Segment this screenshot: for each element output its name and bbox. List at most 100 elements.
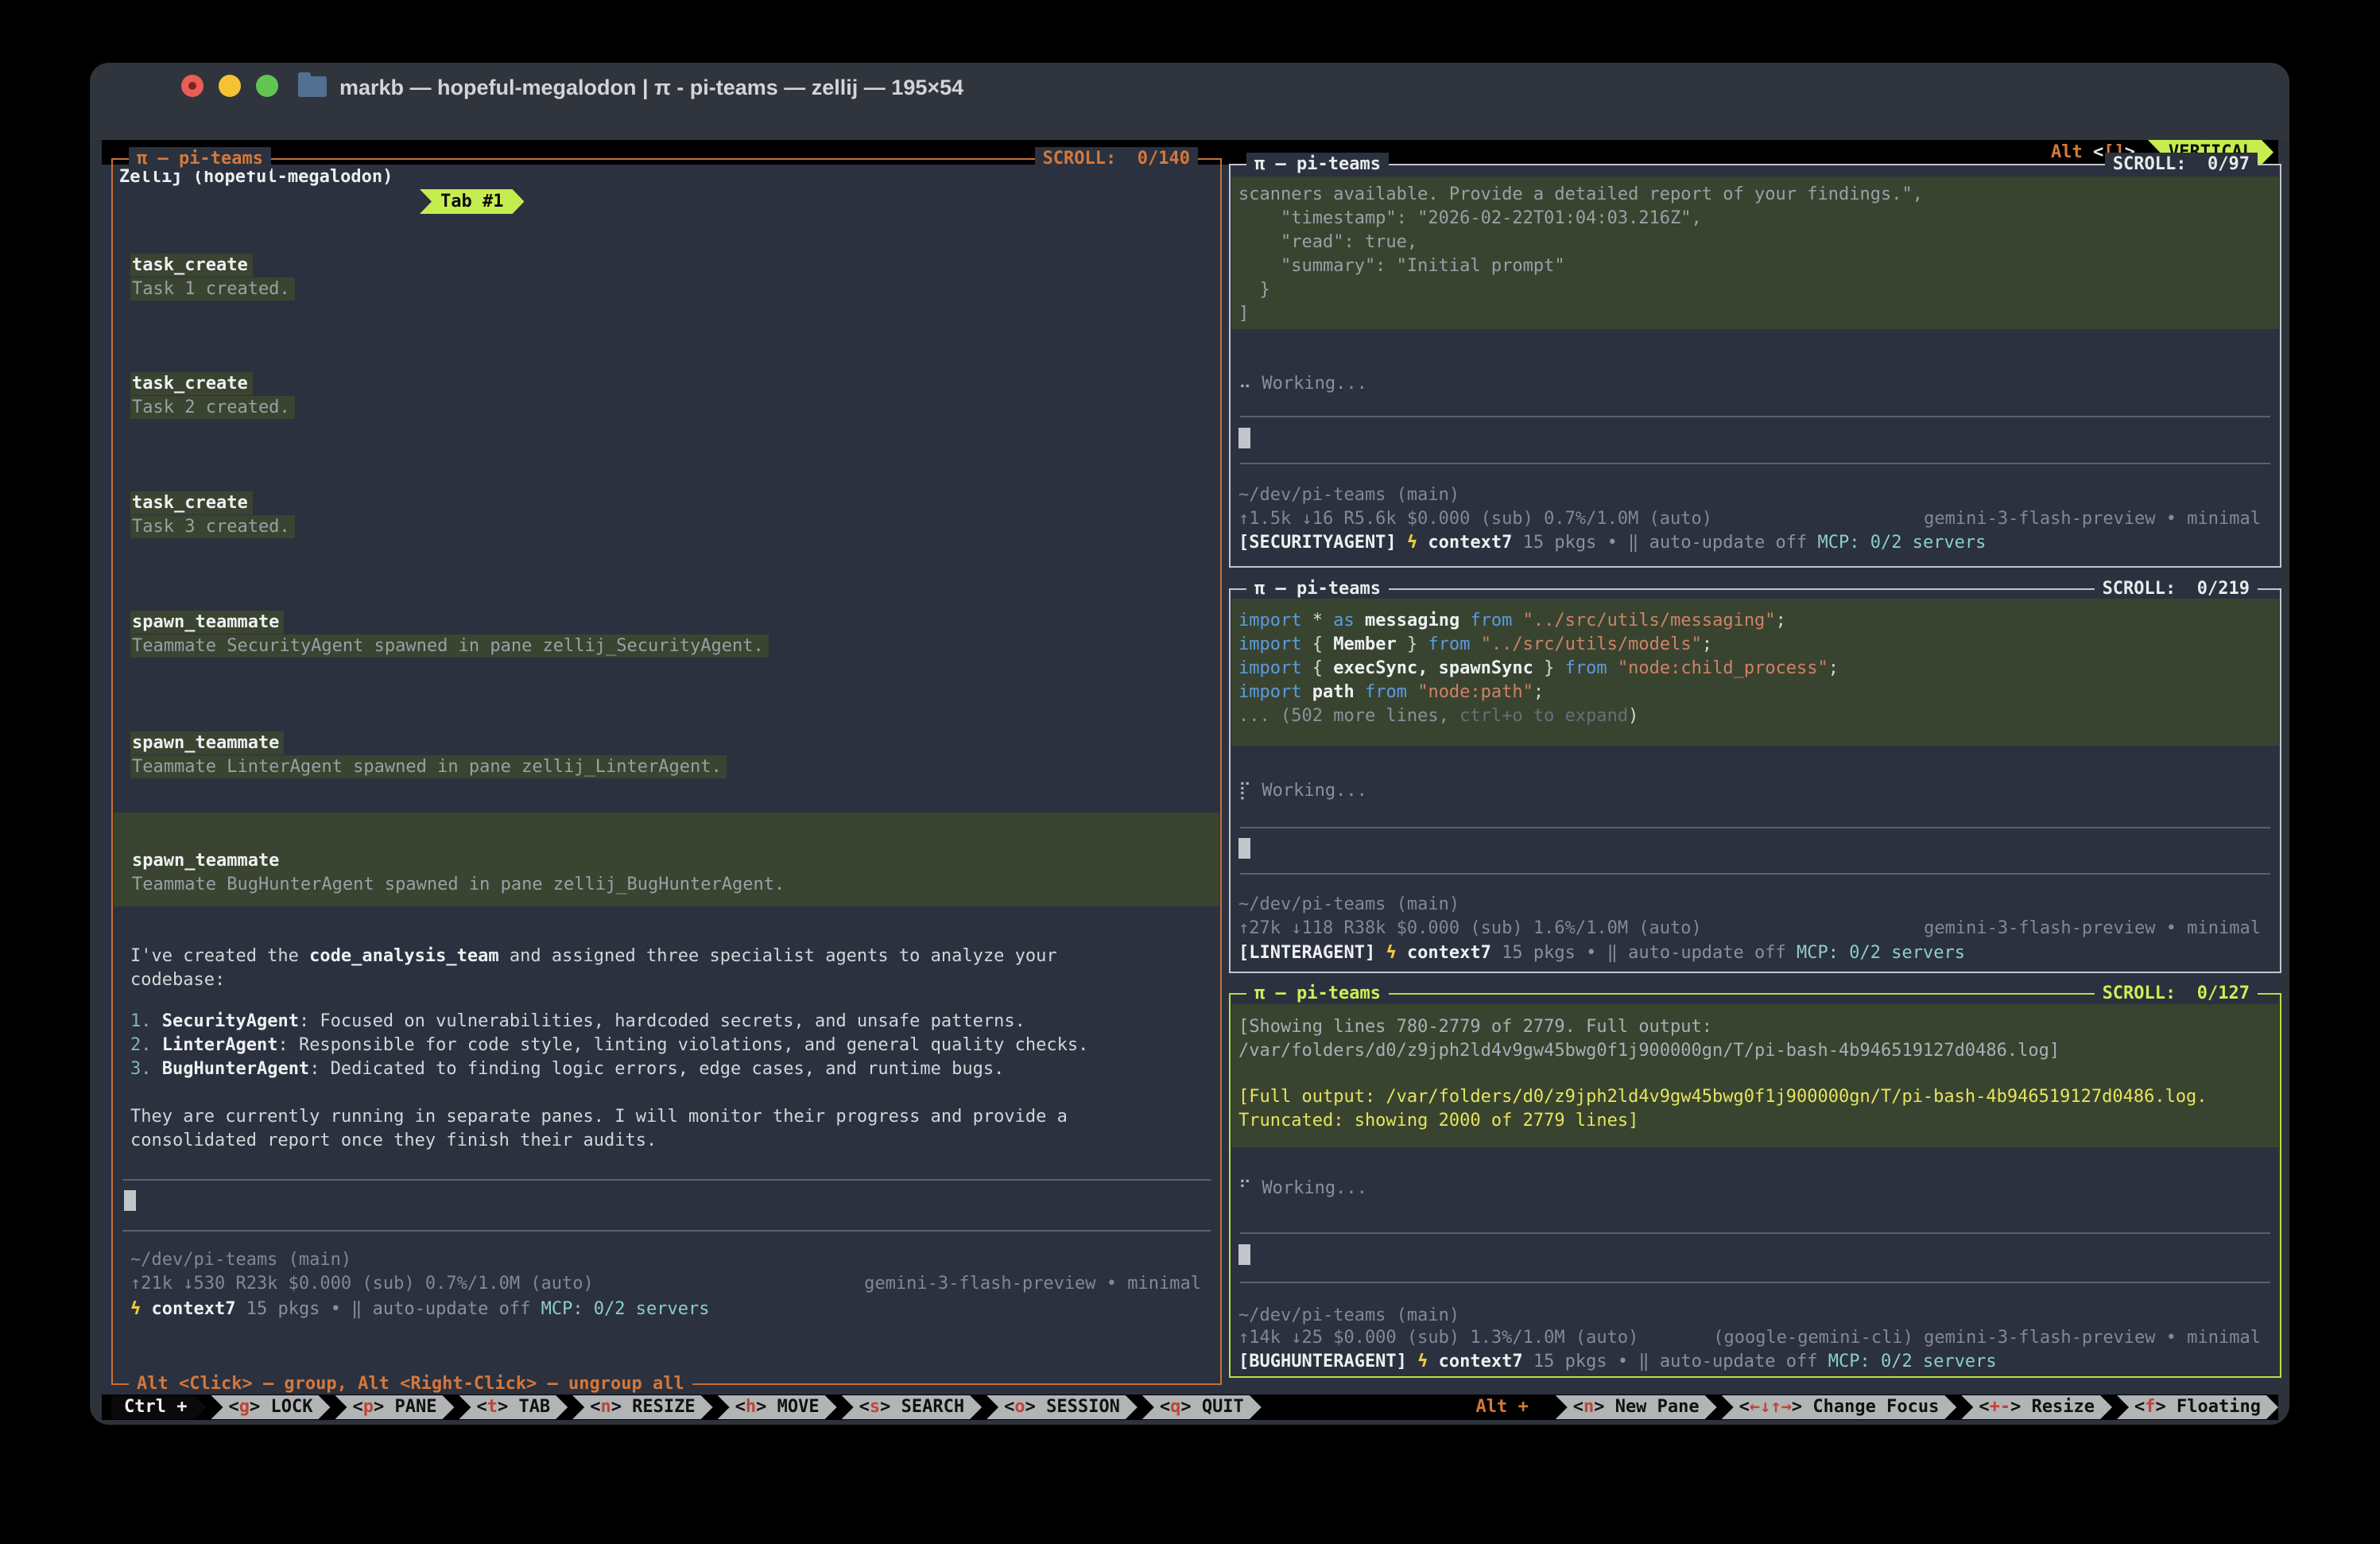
keybar-item-quit[interactable]: <q> QUIT <box>1142 1395 1262 1419</box>
json-line: scanners available. Provide a detailed r… <box>1238 183 2267 207</box>
model-name: gemini-3-flash-preview • minimal <box>1924 917 2261 941</box>
tool-call-result: Task 3 created. <box>130 515 1207 539</box>
tool-call-name: task_create <box>130 491 1207 515</box>
input-divider <box>1240 416 2270 417</box>
json-line: ] <box>1238 302 2267 326</box>
assistant-message-line: I've created the code_analysis_team and … <box>130 945 1207 968</box>
usage-stats: ↑1.5k ↓16 R5.6k $0.000 (sub) 0.7%/1.0M (… <box>1238 507 2267 531</box>
input-divider <box>1240 463 2270 464</box>
close-button[interactable] <box>181 75 204 97</box>
json-line: "read": true, <box>1238 231 2267 254</box>
agent-statusline: [BUGHUNTERAGENT] ϟ context7 15 pkgs • ‖ … <box>1238 1350 2267 1374</box>
tool-call-result: Teammate BugHunterAgent spawned in pane … <box>130 873 1207 897</box>
list-item: 1. SecurityAgent: Focused on vulnerabili… <box>130 1010 1207 1034</box>
cwd-branch: ~/dev/pi-teams (main) <box>1238 483 2267 507</box>
truncation-notice: [Full output: /var/folders/d0/z9jph2ld4v… <box>1238 1085 2267 1109</box>
cwd-branch: ~/dev/pi-teams (main) <box>1238 893 2267 917</box>
cwd-branch: ~/dev/pi-teams (main) <box>1238 1304 2267 1328</box>
pane-security-agent[interactable]: π — pi-teams SCROLL: 0/97 scanners avail… <box>1229 164 2281 568</box>
pane-team-lead[interactable]: π — pi-teams SCROLL: 0/140 task_create T… <box>111 158 1222 1385</box>
list-item: 3. BugHunterAgent: Dedicated to finding … <box>130 1057 1207 1081</box>
usage-stats: ↑14k ↓25 $0.000 (sub) 1.3%/1.0M (auto)(g… <box>1238 1326 2267 1350</box>
maximize-button[interactable] <box>256 75 278 97</box>
scroll-indicator: SCROLL: 0/219 <box>2095 577 2258 601</box>
terminal-window: markb — hopeful-megalodon | π - pi-teams… <box>90 63 2289 1425</box>
pane-title: π — pi-teams <box>1246 153 1389 177</box>
window-title: markb — hopeful-megalodon | π - pi-teams… <box>339 74 963 101</box>
working-spinner: ⠋ Working... <box>1238 1177 2267 1201</box>
keybar-item-session[interactable]: <o> SESSION <box>986 1395 1138 1419</box>
input-divider <box>1240 1282 2270 1283</box>
text-cursor <box>1238 1244 1250 1265</box>
keybar-item-resize-alt[interactable]: <+-> Resize <box>1961 1395 2112 1419</box>
working-spinner: ⠤ Working... <box>1238 372 2267 396</box>
working-spinner: ⡏ Working... <box>1238 779 2267 803</box>
pane-title: π — pi-teams <box>1246 577 1389 601</box>
assistant-message-line: codebase: <box>130 968 1207 992</box>
json-line: } <box>1238 278 2267 302</box>
truncation-notice: Truncated: showing 2000 of 2779 lines] <box>1238 1109 2267 1133</box>
keybind-bar: Ctrl + <g> LOCK <p> PANE <t> TAB <n> RES… <box>102 1395 2278 1420</box>
folder-icon <box>298 76 327 97</box>
pane-title: π — pi-teams <box>129 147 271 171</box>
assistant-message-line: They are currently running in separate p… <box>130 1105 1207 1129</box>
keybar-item-pane[interactable]: <p> PANE <box>335 1395 454 1419</box>
json-line: "summary": "Initial prompt" <box>1238 254 2267 278</box>
code-line: import { Member } from "../src/utils/mod… <box>1238 633 2267 657</box>
pane-footer-hint: Alt <Click> — group, Alt <Right-Click> —… <box>129 1372 692 1396</box>
input-divider <box>1240 827 2270 828</box>
pane-bughunter-agent[interactable]: π — pi-teams SCROLL: 0/127 [Showing line… <box>1229 993 2281 1378</box>
code-line: import { execSync, spawnSync } from "nod… <box>1238 657 2267 681</box>
usage-stats: ↑27k ↓118 R38k $0.000 (sub) 1.6%/1.0M (a… <box>1238 917 2267 941</box>
keybar-prefix-ctrl: Ctrl + <box>111 1395 206 1419</box>
text-cursor <box>1238 838 1250 859</box>
pane-linter-agent[interactable]: π — pi-teams SCROLL: 0/219 import * as m… <box>1229 588 2281 973</box>
minimize-button[interactable] <box>219 75 241 97</box>
code-line: import path from "node:path"; <box>1238 681 2267 704</box>
tool-call-result: Teammate LinterAgent spawned in pane zel… <box>130 755 1207 779</box>
agent-statusline: [LINTERAGENT] ϟ context7 15 pkgs • ‖ aut… <box>1238 941 2267 965</box>
assistant-message-line: consolidated report once they finish the… <box>130 1129 1207 1153</box>
keybar-item-lock[interactable]: <g> LOCK <box>211 1395 330 1419</box>
terminal-screen: Zellij (hopeful-megalodon) Tab #1 Alt <[… <box>102 140 2278 1419</box>
pane-title: π — pi-teams <box>1246 982 1389 1006</box>
agent-statusline: ϟ context7 15 pkgs • ‖ auto-update off M… <box>130 1298 1207 1321</box>
scroll-indicator: SCROLL: 0/127 <box>2095 982 2258 1006</box>
keybar-item-floating[interactable]: <f> Floating <box>2117 1395 2278 1419</box>
scroll-indicator: SCROLL: 0/97 <box>2105 153 2258 177</box>
model-name: gemini-3-flash-preview • minimal <box>864 1272 1201 1296</box>
usage-stats: ↑21k ↓530 R23k $0.000 (sub) 0.7%/1.0M (a… <box>130 1272 1207 1296</box>
keybar-item-move[interactable]: <h> MOVE <box>718 1395 837 1419</box>
keybar-item-change-focus[interactable]: <←↓↑→> Change Focus <box>1722 1395 1957 1419</box>
keybar-item-tab[interactable]: <t> TAB <box>459 1395 568 1419</box>
code-line: ... (502 more lines, ctrl+o to expand) <box>1238 704 2267 728</box>
text-cursor <box>124 1190 136 1211</box>
tool-call-name: spawn_teammate <box>130 611 1207 634</box>
cwd-branch: ~/dev/pi-teams (main) <box>130 1248 1207 1272</box>
keybar-item-new-pane[interactable]: <n> New Pane <box>1556 1395 1717 1419</box>
input-divider <box>122 1230 1211 1232</box>
tool-call-name: spawn_teammate <box>130 849 1207 873</box>
scroll-indicator: SCROLL: 0/140 <box>1035 147 1198 171</box>
model-name: (google-gemini-cli) gemini-3-flash-previ… <box>1713 1326 2261 1350</box>
titlebar[interactable]: markb — hopeful-megalodon | π - pi-teams… <box>90 63 2289 140</box>
text-cursor <box>1238 428 1250 448</box>
keybar-item-resize[interactable]: <n> RESIZE <box>572 1395 712 1419</box>
tool-call-name: task_create <box>130 372 1207 396</box>
list-item: 2. LinterAgent: Responsible for code sty… <box>130 1034 1207 1057</box>
tool-call-name: spawn_teammate <box>130 731 1207 755</box>
keybar-prefix-alt: Alt + <box>1453 1395 1550 1419</box>
keybar-item-search[interactable]: <s> SEARCH <box>842 1395 982 1419</box>
tool-call-name: task_create <box>130 254 1207 277</box>
tool-call-result: Teammate SecurityAgent spawned in pane z… <box>130 634 1207 658</box>
agent-statusline: [SECURITYAGENT] ϟ context7 15 pkgs • ‖ a… <box>1238 531 2267 555</box>
json-line: "timestamp": "2026-02-22T01:04:03.216Z", <box>1238 207 2267 231</box>
desktop: markb — hopeful-megalodon | π - pi-teams… <box>0 0 2380 1544</box>
model-name: gemini-3-flash-preview • minimal <box>1924 507 2261 531</box>
input-divider <box>122 1179 1211 1181</box>
input-divider <box>1240 873 2270 875</box>
code-line: import * as messaging from "../src/utils… <box>1238 609 2267 633</box>
tool-call-result: Task 2 created. <box>130 396 1207 420</box>
input-divider <box>1240 1232 2270 1234</box>
tool-call-result: Task 1 created. <box>130 277 1207 301</box>
